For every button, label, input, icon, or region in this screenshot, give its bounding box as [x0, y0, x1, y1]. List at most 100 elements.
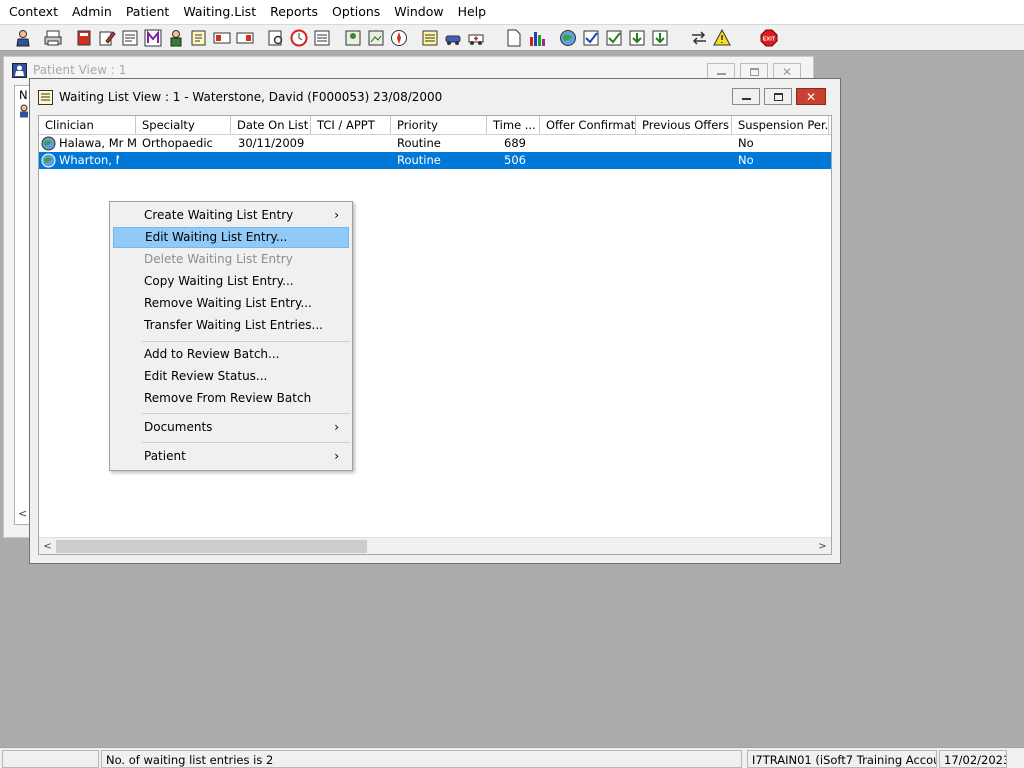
menu-item-label: Documents	[144, 420, 213, 434]
menu-window[interactable]: Window	[387, 0, 450, 24]
book-icon[interactable]	[73, 27, 95, 49]
menu-bar: Context Admin Patient Waiting.List Repor…	[0, 0, 1024, 24]
horizontal-scrollbar[interactable]: < >	[39, 537, 831, 554]
cell-suspension: No	[738, 136, 754, 150]
menu-item-label: Create Waiting List Entry	[144, 208, 294, 222]
globe-icon	[41, 153, 56, 168]
menu-item-label: Remove From Review Batch	[144, 391, 312, 405]
menu-item-transfer-waiting-list-entries[interactable]: Transfer Waiting List Entries...	[113, 315, 349, 336]
person-icon[interactable]	[165, 27, 187, 49]
menu-item-documents[interactable]: Documents ›	[113, 417, 349, 438]
menu-patient[interactable]: Patient	[119, 0, 177, 24]
check-doc2-icon[interactable]	[603, 27, 625, 49]
notes-icon[interactable]	[188, 27, 210, 49]
column-header-suspension[interactable]: Suspension Per...	[732, 116, 829, 134]
menu-context[interactable]: Context	[2, 0, 65, 24]
status-bar: No. of waiting list entries is 2 I7TRAIN…	[0, 747, 1024, 768]
status-account: I7TRAIN01 (iSoft7 Training Account)	[747, 750, 937, 768]
cell-date-on-list: 30/11/2009	[238, 136, 305, 150]
maximize-button[interactable]	[764, 88, 792, 105]
cell-time: 506	[504, 153, 526, 167]
close-button[interactable]: ✕	[796, 88, 826, 105]
column-header-priority[interactable]: Priority	[391, 116, 487, 134]
download2-icon[interactable]	[649, 27, 671, 49]
menu-item-patient[interactable]: Patient ›	[113, 446, 349, 467]
printer-icon[interactable]	[42, 27, 64, 49]
portrait-icon[interactable]	[342, 27, 364, 49]
maximize-icon	[749, 67, 759, 76]
mdi-workspace: Patient View : 1 ✕ N < Waiting List View…	[0, 52, 1024, 746]
menu-item-edit-waiting-list-entry[interactable]: Edit Waiting List Entry...	[113, 227, 349, 248]
column-header-offer-confirmation[interactable]: Offer Confirmati...	[540, 116, 636, 134]
status-message: No. of waiting list entries is 2	[101, 750, 742, 768]
check-doc-icon[interactable]	[580, 27, 602, 49]
menu-help[interactable]: Help	[451, 0, 494, 24]
form-icon[interactable]	[119, 27, 141, 49]
column-header-time[interactable]: Time ...	[487, 116, 540, 134]
document-icon[interactable]	[503, 27, 525, 49]
context-menu: Create Waiting List Entry › Edit Waiting …	[109, 201, 353, 471]
menu-separator	[142, 442, 350, 443]
column-header-specialty[interactable]: Specialty	[136, 116, 231, 134]
warning-icon[interactable]	[711, 27, 733, 49]
menu-item-remove-from-review-batch[interactable]: Remove From Review Batch	[113, 388, 349, 409]
column-header-previous-offers[interactable]: Previous Offers	[636, 116, 732, 134]
minimize-icon	[741, 97, 751, 100]
menu-options[interactable]: Options	[325, 0, 387, 24]
globe-icon[interactable]	[557, 27, 579, 49]
menu-reports[interactable]: Reports	[263, 0, 325, 24]
menu-separator	[142, 341, 350, 342]
menu-item-add-to-review-batch[interactable]: Add to Review Batch...	[113, 344, 349, 365]
car-icon[interactable]	[442, 27, 464, 49]
menu-item-copy-waiting-list-entry[interactable]: Copy Waiting List Entry...	[113, 271, 349, 292]
menu-waiting-list[interactable]: Waiting.List	[176, 0, 263, 24]
menu-item-edit-review-status[interactable]: Edit Review Status...	[113, 366, 349, 387]
column-header-date-on-list[interactable]: Date On List	[231, 116, 311, 134]
user-icon[interactable]	[12, 27, 34, 49]
bar-chart-icon[interactable]	[526, 27, 548, 49]
menu-item-label: Patient	[144, 449, 186, 463]
waiting-list-view-titlebar[interactable]: Waiting List View : 1 - Waterstone, Davi…	[30, 79, 840, 115]
menu-item-create-waiting-list-entry[interactable]: Create Waiting List Entry ›	[113, 205, 349, 226]
column-header-tci-appt[interactable]: TCI / APPT	[311, 116, 391, 134]
scroll-left-arrow[interactable]: <	[18, 507, 27, 520]
scroll-left-arrow-icon[interactable]: <	[39, 538, 56, 554]
ambulance-icon[interactable]	[465, 27, 487, 49]
screen-icon[interactable]	[311, 27, 333, 49]
minimize-icon	[716, 72, 726, 75]
menu-item-label: Remove Waiting List Entry...	[144, 296, 312, 310]
exit-icon[interactable]: EXIT	[758, 27, 780, 49]
table-row[interactable]: Halawa, Mr M Orthopaedic 30/11/2009 Rout…	[39, 135, 831, 152]
transfer-icon[interactable]	[688, 27, 710, 49]
table-row-selected[interactable]: Wharton, M Routine 506 No	[39, 152, 831, 169]
menu-separator	[142, 413, 350, 414]
patient-view-title: Patient View : 1	[33, 63, 127, 77]
compass-icon[interactable]	[388, 27, 410, 49]
column-header-clinician[interactable]: Clinician	[39, 116, 136, 134]
notepad-icon[interactable]	[419, 27, 441, 49]
cell-suspension: No	[738, 153, 754, 167]
globe-icon	[41, 136, 56, 151]
search-doc-icon[interactable]	[265, 27, 287, 49]
cell-time: 689	[504, 136, 526, 150]
scrollbar-thumb[interactable]	[56, 540, 367, 553]
edit-icon[interactable]	[96, 27, 118, 49]
minimize-button[interactable]	[732, 88, 760, 105]
menu-item-label: Copy Waiting List Entry...	[144, 274, 294, 288]
table-header: Clinician Specialty Date On List TCI / A…	[39, 116, 831, 135]
download-icon[interactable]	[626, 27, 648, 49]
menu-admin[interactable]: Admin	[65, 0, 119, 24]
menu-item-delete-waiting-list-entry: Delete Waiting List Entry	[113, 249, 349, 270]
list-document-icon	[38, 89, 53, 105]
scroll-right-arrow-icon[interactable]: >	[814, 538, 831, 554]
gallery-icon[interactable]	[365, 27, 387, 49]
card-icon[interactable]	[211, 27, 233, 49]
menu-item-label: Edit Waiting List Entry...	[145, 230, 288, 244]
m-icon[interactable]	[142, 27, 164, 49]
clock-icon[interactable]	[288, 27, 310, 49]
close-icon: ✕	[781, 64, 793, 79]
submenu-arrow-icon: ›	[334, 449, 339, 463]
menu-item-remove-waiting-list-entry[interactable]: Remove Waiting List Entry...	[113, 293, 349, 314]
card2-icon[interactable]	[234, 27, 256, 49]
menu-item-label: Delete Waiting List Entry	[144, 252, 293, 266]
